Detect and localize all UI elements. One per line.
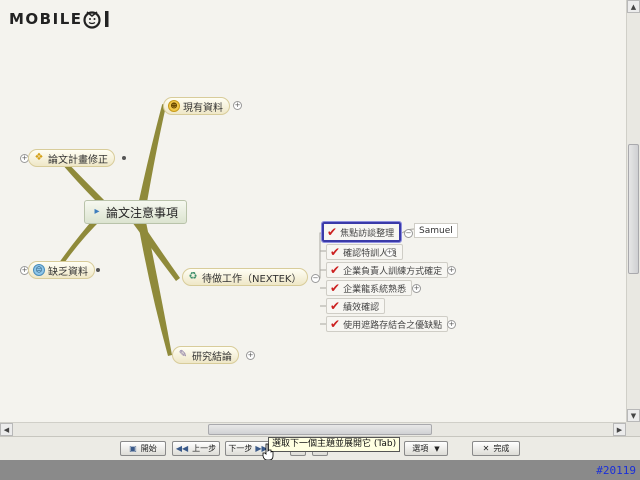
lightbulb-icon: ❖ xyxy=(34,152,44,163)
start-icon: ▣ xyxy=(129,444,137,453)
megaphone-icon: ▸ xyxy=(94,206,100,217)
status-bar xyxy=(0,460,640,480)
expand-subtask-icon[interactable]: + xyxy=(412,284,421,293)
subtask-item[interactable]: ✔ 績效確認 xyxy=(326,298,386,314)
watermark-id: #20119 xyxy=(596,464,636,477)
subtask-item[interactable]: ✔ 使用遮路存結合之優缺點 xyxy=(326,316,449,332)
vertical-scrollbar[interactable]: ▲ ▼ xyxy=(626,0,640,422)
scroll-right-icon[interactable]: ▶ xyxy=(613,423,626,436)
collapse-pending-work-icon[interactable]: − xyxy=(311,274,320,283)
branch-research-conclusion-label: 研究結論 xyxy=(192,351,232,363)
horizontal-scrollbar[interactable]: ◀ ▶ xyxy=(0,422,626,436)
subtask-label: 焦點訪談整理 xyxy=(340,228,395,239)
branch-anchor-dot xyxy=(122,156,126,160)
branch-thesis-revision-label: 論文計畫修正 xyxy=(48,154,108,166)
subtask-label: 績效確認 xyxy=(343,302,380,313)
branch-missing-data[interactable]: ☹ 缺乏資料 xyxy=(28,261,95,279)
pencil-icon: ✎ xyxy=(178,349,188,360)
branch-research-conclusion[interactable]: ✎ 研究結論 xyxy=(172,346,239,364)
callout-note[interactable]: Samuel xyxy=(414,223,458,238)
previous-icon: ◀◀ xyxy=(175,444,189,453)
subtask-item[interactable]: ✔ 企業龍系統熟悉 xyxy=(326,280,413,296)
subtask-focus-interview[interactable]: ✔ 焦點訪談整理 xyxy=(320,221,403,243)
vertical-scroll-thumb[interactable] xyxy=(628,144,639,274)
subtask-label: 企業龍系統熟悉 xyxy=(343,284,407,295)
scrollbar-corner xyxy=(626,422,640,436)
previous-button-label: 上一步 xyxy=(192,444,217,453)
checkmark-icon: ✔ xyxy=(330,245,341,259)
expand-conclusion-icon[interactable]: + xyxy=(246,351,255,360)
checkmark-icon: ✔ xyxy=(327,225,338,239)
hand-cursor-icon xyxy=(262,443,274,461)
sad-face-icon: ☹ xyxy=(33,264,45,276)
branch-pending-work[interactable]: ♻ 待做工作（NEXTEK） xyxy=(182,268,309,286)
subtask-label: 企業負責人訓練方式確定 xyxy=(343,266,443,277)
central-topic-label: 論文注意事項 xyxy=(106,205,179,220)
start-button[interactable]: ▣ 開始 xyxy=(120,441,166,456)
branch-thesis-revision[interactable]: ❖ 論文計畫修正 xyxy=(28,149,115,167)
tooltip: 選取下一個主題並展開它 (Tab) xyxy=(268,437,401,452)
expand-subtask-icon[interactable]: + xyxy=(447,266,456,275)
options-button[interactable]: 選項 ▼ xyxy=(404,441,448,456)
central-topic[interactable]: ▸ 論文注意事項 xyxy=(84,200,188,224)
finish-button[interactable]: ✕ 完成 xyxy=(472,441,520,456)
recycle-icon: ♻ xyxy=(188,271,198,282)
logo-text: MOBILE xyxy=(9,10,83,28)
branch-existing-data-label: 現有資料 xyxy=(183,102,223,114)
callout-label: Samuel xyxy=(419,225,453,236)
start-button-label: 開始 xyxy=(140,444,157,453)
mindmap-canvas[interactable]: MOBILE ▸ 論文注意事項 ☻ 現有資料 + + ❖ 論文計畫修正 + ☹ … xyxy=(0,0,626,422)
next-button-label: 下一步 xyxy=(228,444,253,453)
checkmark-icon: ✔ xyxy=(330,281,341,295)
expand-subtask-icon[interactable]: + xyxy=(447,320,456,329)
options-button-label: 選項 xyxy=(412,444,429,453)
subtask-item[interactable]: ✔ 企業負責人訓練方式確定 xyxy=(326,262,449,278)
finish-button-label: 完成 xyxy=(493,444,510,453)
previous-button[interactable]: ◀◀ 上一步 xyxy=(172,441,220,456)
expand-existing-data-icon[interactable]: + xyxy=(233,101,242,110)
branch-existing-data[interactable]: ☻ 現有資料 xyxy=(163,97,230,115)
scroll-down-icon[interactable]: ▼ xyxy=(627,409,640,422)
checkmark-icon: ✔ xyxy=(330,263,341,277)
horizontal-scroll-thumb[interactable] xyxy=(208,424,432,435)
smiley-icon: ☻ xyxy=(168,100,180,112)
branch-anchor-dot xyxy=(96,268,100,272)
subtask-label: 使用遮路存結合之優缺點 xyxy=(343,320,443,331)
scroll-up-icon[interactable]: ▲ xyxy=(627,0,640,13)
close-icon: ✕ xyxy=(482,444,490,453)
expand-subtask-icon[interactable]: − xyxy=(404,229,413,238)
dropdown-arrow-icon: ▼ xyxy=(434,444,440,453)
logo-01-icon xyxy=(82,11,108,29)
branch-pending-work-label: 待做工作（NEXTEK） xyxy=(202,273,302,285)
checkmark-icon: ✔ xyxy=(330,299,341,313)
branch-missing-data-label: 缺乏資料 xyxy=(48,266,88,278)
checkmark-icon: ✔ xyxy=(330,317,341,331)
mobile01-logo: MOBILE xyxy=(9,7,113,31)
scroll-left-icon[interactable]: ◀ xyxy=(0,423,13,436)
expand-subtask-icon[interactable]: + xyxy=(385,248,394,257)
